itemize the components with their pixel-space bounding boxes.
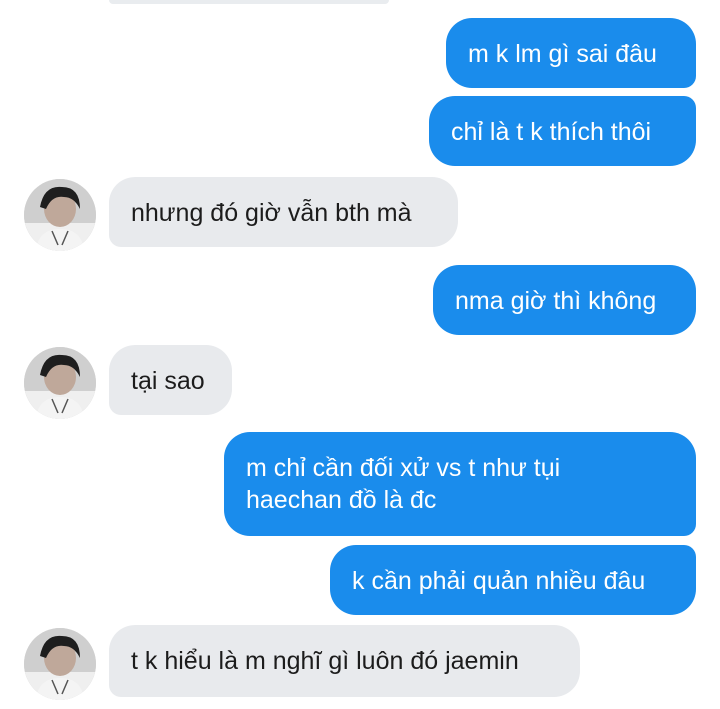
outgoing-message[interactable]: m k lm gì sai đâu <box>446 18 696 88</box>
message-text: m k lm gì sai đâu <box>468 40 657 68</box>
outgoing-message[interactable]: chỉ là t k thích thôi <box>429 96 696 166</box>
contact-avatar[interactable] <box>24 179 96 251</box>
profile-photo-icon <box>24 628 96 700</box>
message-text-line: m chỉ cần đối xử vs t như tụi <box>246 454 561 482</box>
contact-avatar[interactable] <box>24 628 96 700</box>
message-text: chỉ là t k thích thôi <box>451 118 652 146</box>
contact-avatar[interactable] <box>24 347 96 419</box>
outgoing-message[interactable]: m chỉ cần đối xử vs t như tụi haechan đồ… <box>224 432 696 536</box>
message-text: nhưng đó giờ vẫn bth mà <box>131 199 412 227</box>
incoming-message[interactable]: tại sao <box>109 345 232 415</box>
profile-photo-icon <box>24 179 96 251</box>
profile-photo-icon <box>24 347 96 419</box>
previous-message-bubble-clipped <box>109 0 389 4</box>
outgoing-message[interactable]: nma giờ thì không <box>433 265 696 335</box>
incoming-message[interactable]: nhưng đó giờ vẫn bth mà <box>109 177 458 247</box>
incoming-message[interactable]: t k hiểu là m nghĩ gì luôn đó jaemin <box>109 625 580 697</box>
message-text: tại sao <box>131 367 205 395</box>
message-text: nma giờ thì không <box>455 287 657 315</box>
message-text-line: haechan đồ là đc <box>246 486 437 514</box>
message-text: k cần phải quản nhiều đâu <box>352 567 646 595</box>
outgoing-message[interactable]: k cần phải quản nhiều đâu <box>330 545 696 615</box>
message-text: t k hiểu là m nghĩ gì luôn đó jaemin <box>131 647 519 675</box>
